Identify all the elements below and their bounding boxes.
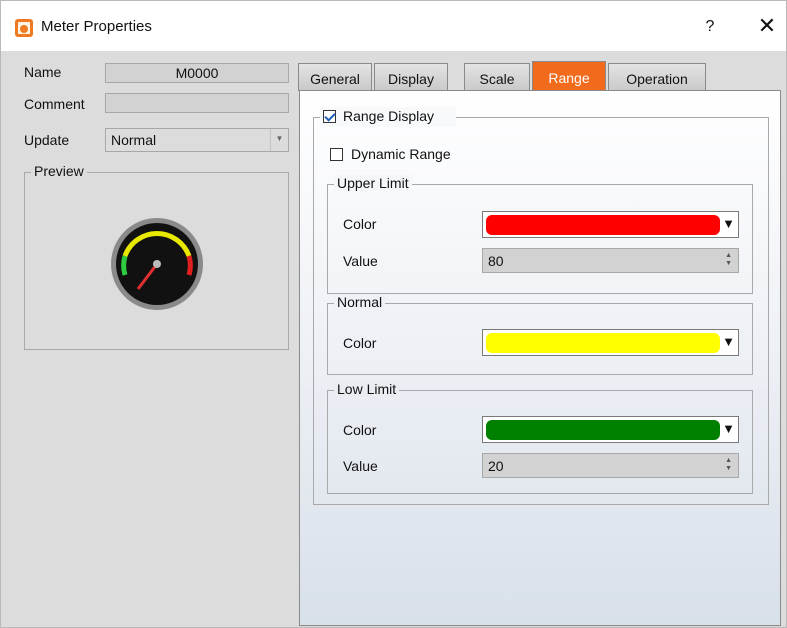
dropdown-triangle-icon: ▼: [722, 216, 735, 231]
tab-display[interactable]: Display: [374, 63, 448, 91]
spin-arrows-icon[interactable]: ▲ ▼: [725, 252, 732, 268]
normal-color-picker[interactable]: ▼: [482, 329, 739, 356]
name-field[interactable]: M0000: [105, 63, 289, 83]
upper-limit-group: Upper Limit Color ▼ Value 80 ▲ ▼: [327, 175, 753, 294]
upper-limit-title: Upper Limit: [334, 175, 412, 191]
normal-color-label: Color: [343, 335, 377, 351]
meter-preview-graphic: [111, 218, 203, 310]
range-display-group: Range Display Dynamic Range Upper Limit …: [313, 107, 769, 505]
tab-general[interactable]: General: [298, 63, 372, 91]
low-color-label: Color: [343, 422, 377, 438]
comment-field[interactable]: [105, 93, 289, 113]
chevron-down-icon: ▼: [270, 129, 288, 151]
comment-label: Comment: [24, 96, 85, 112]
normal-color-swatch: [486, 333, 720, 353]
tab-range[interactable]: Range: [532, 61, 606, 91]
dynamic-range-label: Dynamic Range: [351, 146, 451, 162]
normal-title: Normal: [334, 294, 386, 310]
dropdown-triangle-icon: ▼: [722, 334, 735, 349]
title-bar: Meter Properties ? ✕: [1, 1, 786, 51]
range-display-label: Range Display: [343, 108, 435, 124]
upper-value-spinbox[interactable]: 80 ▲ ▼: [482, 248, 739, 273]
close-button[interactable]: ✕: [753, 13, 781, 41]
range-display-checkbox[interactable]: [323, 110, 336, 123]
upper-color-picker[interactable]: ▼: [482, 211, 739, 238]
low-limit-title: Low Limit: [334, 381, 400, 397]
range-tab-panel: Range Display Dynamic Range Upper Limit …: [299, 90, 781, 626]
update-label: Update: [24, 132, 70, 148]
preview-title: Preview: [31, 163, 87, 179]
low-color-swatch: [486, 420, 720, 440]
upper-color-swatch: [486, 215, 720, 235]
update-select-value: Normal: [111, 132, 157, 148]
low-value-label: Value: [343, 458, 378, 474]
tab-operation[interactable]: Operation: [608, 63, 706, 91]
upper-value-label: Value: [343, 253, 378, 269]
help-button[interactable]: ?: [698, 15, 722, 39]
window-title: Meter Properties: [41, 18, 152, 35]
low-limit-group: Low Limit Color ▼ Value 20 ▲ ▼: [327, 381, 753, 494]
meter-properties-dialog: Meter Properties ? ✕ Name M0000 Comment …: [0, 0, 787, 628]
low-color-picker[interactable]: ▼: [482, 416, 739, 443]
upper-color-label: Color: [343, 216, 377, 232]
app-icon: [15, 19, 33, 37]
low-value-spinbox[interactable]: 20 ▲ ▼: [482, 453, 739, 478]
low-value: 20: [488, 458, 504, 474]
name-label: Name: [24, 64, 62, 80]
normal-group: Normal Color ▼: [327, 294, 753, 375]
preview-group: Preview: [24, 163, 289, 350]
upper-value: 80: [488, 253, 504, 269]
tab-scale[interactable]: Scale: [464, 63, 530, 91]
range-display-header: Range Display: [320, 107, 456, 127]
update-select[interactable]: Normal ▼: [105, 128, 289, 152]
spin-arrows-icon[interactable]: ▲ ▼: [725, 457, 732, 473]
dropdown-triangle-icon: ▼: [722, 421, 735, 436]
dynamic-range-checkbox[interactable]: [330, 148, 343, 161]
